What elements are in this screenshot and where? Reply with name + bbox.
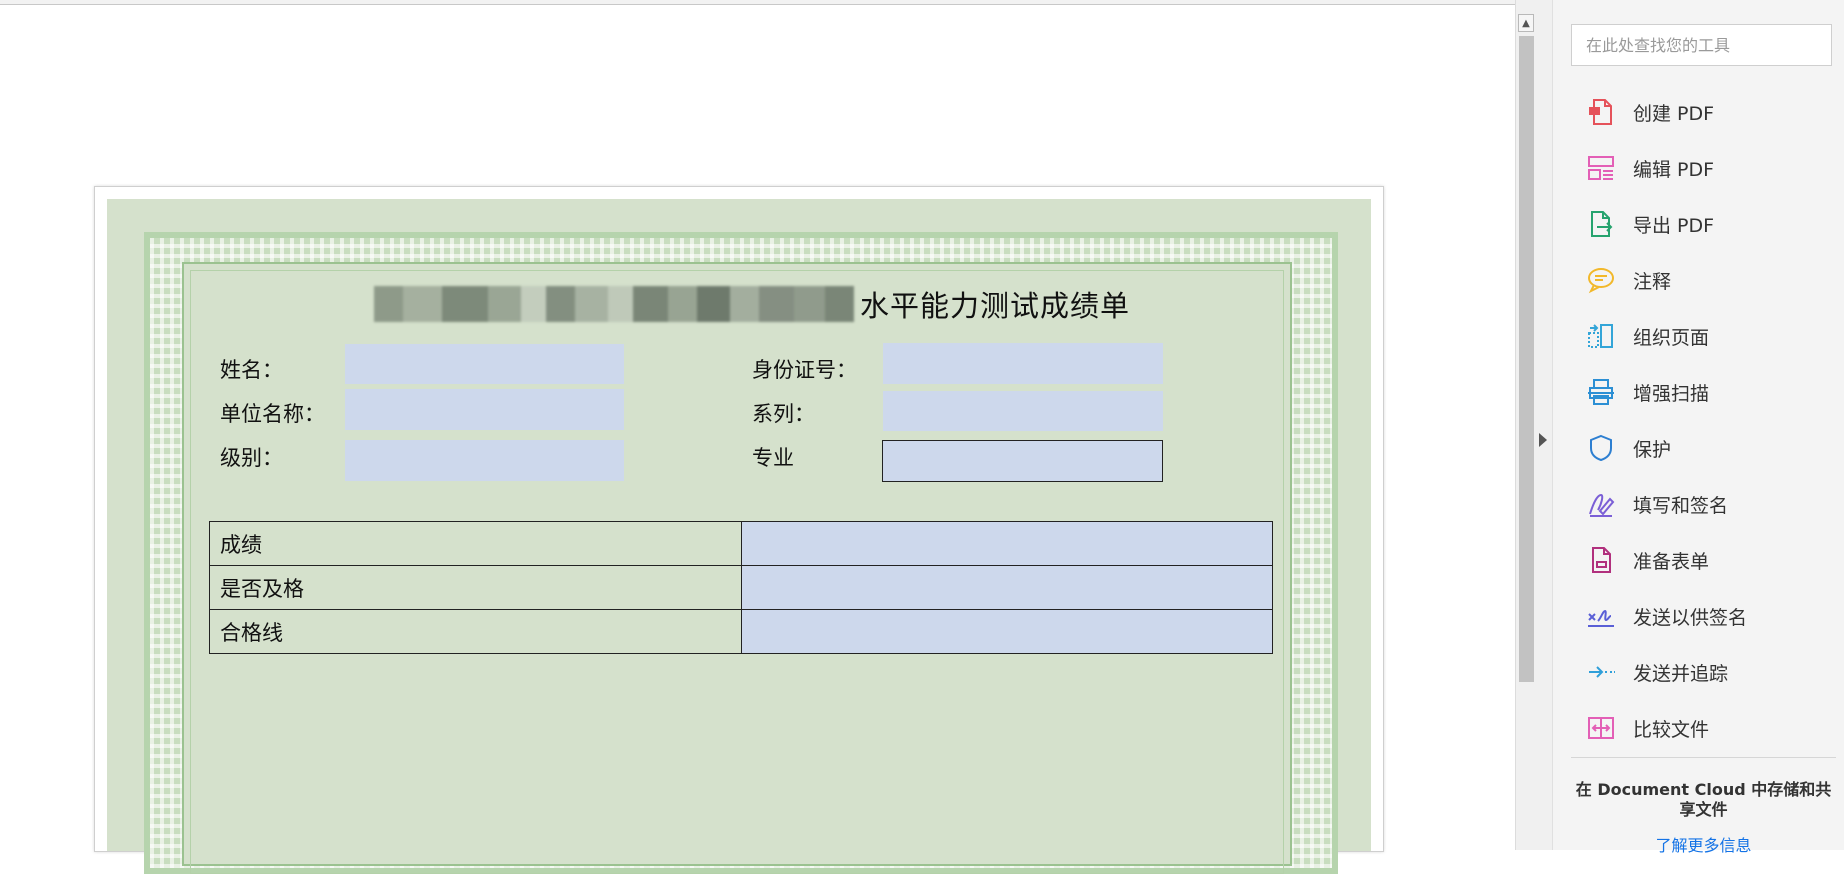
prepare-form-icon	[1583, 542, 1619, 578]
table-row: 是否及格	[209, 565, 1273, 610]
series-field[interactable]	[883, 391, 1163, 431]
tool-comment[interactable]: 注释	[1571, 256, 1836, 304]
tool-enhance-scan[interactable]: 增强扫描	[1571, 368, 1836, 416]
protect-icon	[1583, 430, 1619, 466]
learn-more-link[interactable]: 了解更多信息	[1571, 832, 1836, 856]
organize-pages-icon	[1583, 318, 1619, 354]
pass-line-label: 合格线	[209, 609, 742, 654]
tool-label: 比较文件	[1633, 718, 1710, 741]
tool-label: 填写和签名	[1633, 494, 1729, 517]
tool-send-for-signature[interactable]: 发送以供签名	[1571, 592, 1836, 640]
score-field[interactable]	[741, 521, 1273, 566]
tool-organize-pages[interactable]: 组织页面	[1571, 312, 1836, 360]
tool-fill-sign[interactable]: 填写和签名	[1571, 480, 1836, 528]
tool-edit-pdf[interactable]: 编辑 PDF	[1571, 144, 1836, 192]
tool-label: 编辑 PDF	[1633, 158, 1715, 181]
tool-send-track[interactable]: 发送并追踪	[1571, 648, 1836, 696]
panel-divider	[1537, 0, 1553, 850]
specialty-label: 专业	[752, 446, 794, 470]
tool-label: 注释	[1633, 270, 1672, 293]
specialty-field[interactable]	[882, 440, 1163, 482]
collapse-panel-icon[interactable]	[1539, 433, 1547, 447]
tool-label: 准备表单	[1633, 550, 1710, 573]
send-for-signature-icon	[1583, 598, 1619, 634]
export-pdf-icon	[1583, 206, 1619, 242]
comment-icon	[1583, 262, 1619, 298]
fill-sign-icon	[1583, 486, 1619, 522]
redacted-title-prefix	[374, 286, 854, 322]
tool-label: 创建 PDF	[1633, 102, 1715, 125]
tool-label: 保护	[1633, 438, 1672, 461]
edit-pdf-icon	[1583, 150, 1619, 186]
table-row: 合格线	[209, 609, 1273, 654]
compare-files-icon	[1583, 710, 1619, 746]
pass-status-label: 是否及格	[209, 565, 742, 610]
enhance-scan-icon	[1583, 374, 1619, 410]
level-field[interactable]	[345, 440, 624, 481]
tool-create-pdf[interactable]: 创建 PDF	[1571, 88, 1836, 136]
level-label: 级别：	[220, 446, 283, 470]
name-label: 姓名：	[220, 358, 283, 382]
tool-label: 导出 PDF	[1633, 214, 1715, 237]
tool-label: 发送以供签名	[1633, 606, 1748, 629]
certificate-title-text: 水平能力测试成绩单	[860, 289, 1131, 323]
create-pdf-icon	[1583, 94, 1619, 130]
tool-compare-files[interactable]: 比较文件	[1571, 704, 1836, 752]
certificate-title: 水平能力测试成绩单	[374, 282, 1130, 326]
tool-prepare-form[interactable]: 准备表单	[1571, 536, 1836, 584]
organization-label: 单位名称：	[220, 402, 325, 426]
send-track-icon	[1583, 654, 1619, 690]
tool-label: 增强扫描	[1633, 382, 1710, 405]
name-field[interactable]	[345, 344, 624, 384]
tool-search-input[interactable]	[1571, 24, 1832, 66]
id-number-field[interactable]	[883, 343, 1163, 384]
pass-line-field[interactable]	[741, 609, 1273, 654]
tool-protect[interactable]: 保护	[1571, 424, 1836, 472]
document-cloud-promo: 在 Document Cloud 中存储和共享文件	[1575, 780, 1832, 819]
tool-label: 组织页面	[1633, 326, 1710, 349]
panel-separator	[1571, 757, 1836, 758]
score-table: 成绩 是否及格 合格线	[209, 521, 1273, 654]
series-label: 系列：	[752, 402, 815, 426]
tool-export-pdf[interactable]: 导出 PDF	[1571, 200, 1836, 248]
pass-status-field[interactable]	[741, 565, 1273, 610]
id-number-label: 身份证号：	[752, 358, 857, 382]
score-label: 成绩	[209, 521, 742, 566]
scroll-up-button[interactable]: ▲	[1518, 14, 1534, 32]
organization-field[interactable]	[345, 389, 624, 430]
scrollbar-thumb[interactable]	[1519, 36, 1534, 682]
table-row: 成绩	[209, 521, 1273, 566]
tool-label: 发送并追踪	[1633, 662, 1729, 685]
